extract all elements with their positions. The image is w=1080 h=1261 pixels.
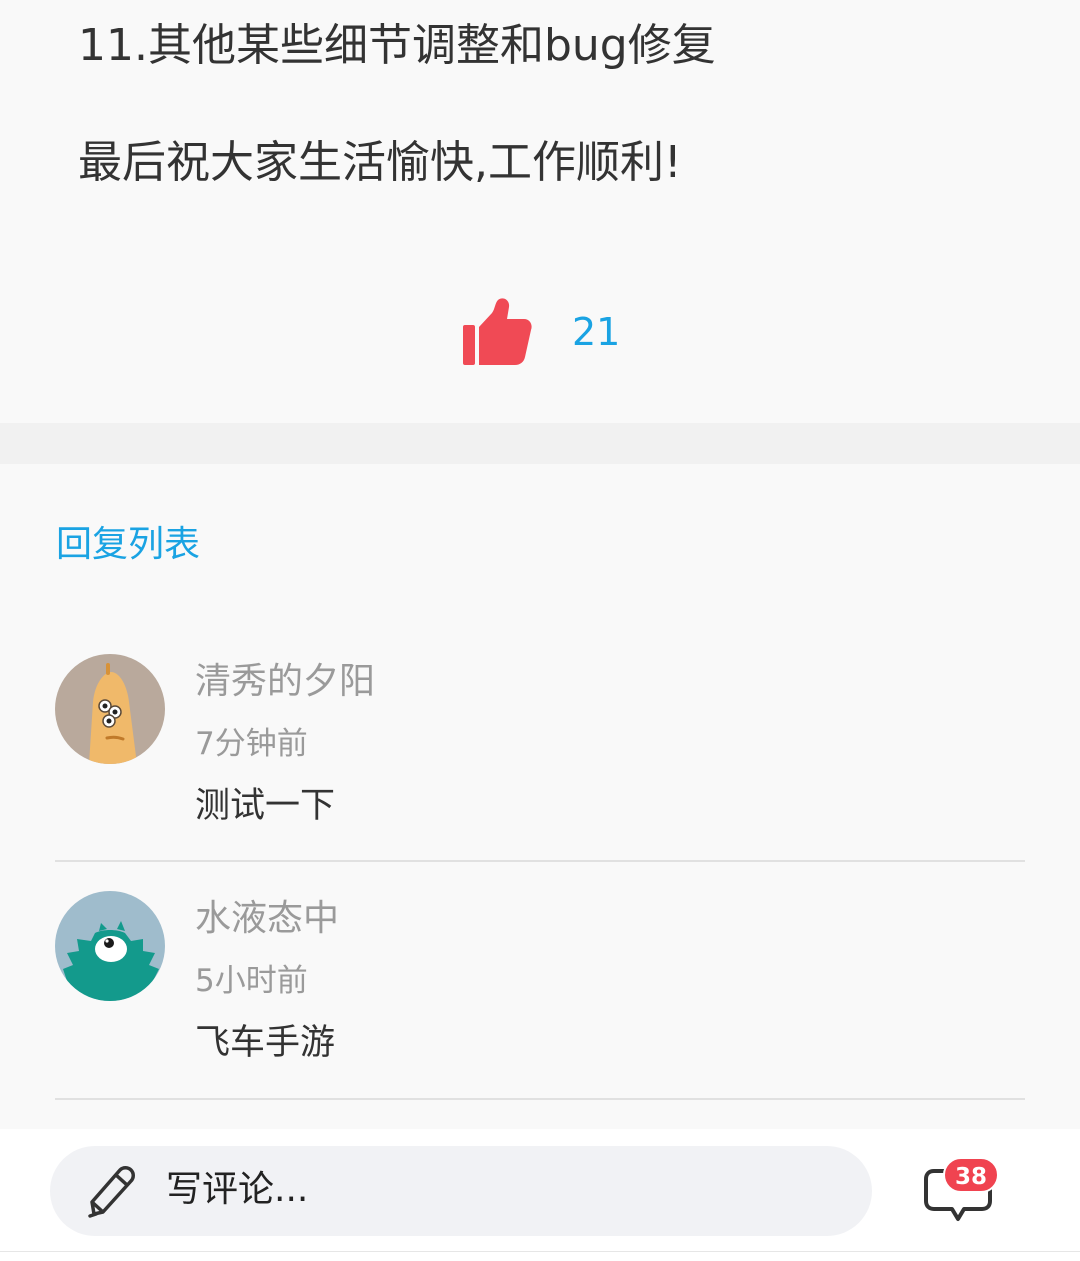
reply-item[interactable]: 清秀的夕阳 7分钟前 测试一下 <box>55 626 1025 862</box>
pencil-icon <box>88 1166 135 1218</box>
reply-timestamp: 5小时前 <box>195 963 308 999</box>
comments-button[interactable]: 38 <box>924 1157 1004 1227</box>
article-line-2: 最后祝大家生活愉快,工作顺利! <box>78 137 682 188</box>
reply-text: 测试一下 <box>195 786 336 826</box>
orange-three-eyed-monster-avatar-icon <box>55 654 165 764</box>
thumbs-up-icon[interactable] <box>462 297 532 367</box>
reply-username[interactable]: 清秀的夕阳 <box>195 664 375 700</box>
article-line-1: 11.其他某些细节调整和bug修复 <box>78 20 716 71</box>
article-content: 11.其他某些细节调整和bug修复 最后祝大家生活愉快,工作顺利! 21 <box>0 0 1080 423</box>
avatar[interactable] <box>55 654 165 764</box>
reply-list: 回复列表 清秀的夕阳 7分钟前 测试一下 水液态中 5小时前 飞车手游 <box>0 464 1080 1129</box>
reply-item[interactable]: 水液态中 5小时前 飞车手游 <box>55 863 1025 1100</box>
reply-timestamp: 7分钟前 <box>195 726 308 762</box>
comment-placeholder: 写评论... <box>166 1169 309 1210</box>
like-count: 21 <box>572 310 621 354</box>
avatar[interactable] <box>55 891 165 1001</box>
section-divider <box>0 423 1080 464</box>
bottom-edge <box>0 1251 1080 1261</box>
comment-input[interactable]: 写评论... <box>50 1146 872 1236</box>
teal-one-eyed-monster-avatar-icon <box>55 891 165 1001</box>
reply-text: 飞车手游 <box>195 1023 336 1063</box>
like-button[interactable]: 21 <box>462 296 620 368</box>
comment-count-badge: 38 <box>943 1157 999 1193</box>
reply-list-title: 回复列表 <box>56 524 201 565</box>
bottom-comment-bar: 写评论... 38 <box>0 1129 1080 1251</box>
reply-username[interactable]: 水液态中 <box>195 901 339 937</box>
